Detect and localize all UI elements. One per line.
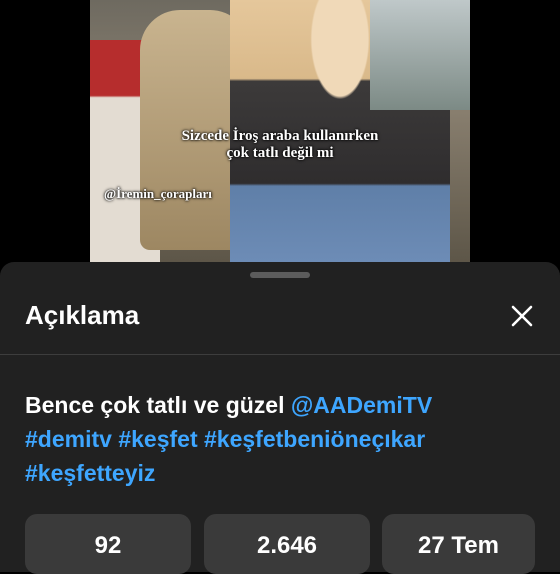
hashtag-link[interactable]: #keşfetbeniöneçıkar — [204, 426, 425, 452]
views-stat: 2.646 — [204, 514, 370, 574]
description-body: Bence çok tatlı ve güzel — [25, 392, 291, 418]
description-sheet: Açıklama Bence çok tatlı ve güzel @AADem… — [0, 262, 560, 574]
video-caption-line2: çok tatlı değil mi — [226, 145, 334, 161]
drag-handle[interactable] — [250, 272, 310, 278]
video-caption: Sizcede İroş araba kullanırken çok tatlı… — [90, 128, 470, 162]
video-car-window — [370, 0, 470, 110]
hashtag-link[interactable]: #keşfet — [118, 426, 197, 452]
description-text: Bence çok tatlı ve güzel @AADemiTV #demi… — [25, 388, 540, 490]
mention-link[interactable]: @AADemiTV — [291, 392, 432, 418]
hashtag-link[interactable]: #demitv — [25, 426, 112, 452]
video-player[interactable]: Sizcede İroş araba kullanırken çok tatlı… — [0, 0, 560, 262]
likes-stat: 92 — [25, 514, 191, 574]
date-stat: 27 Tem — [382, 514, 535, 574]
video-watermark: @İremin_çorapları — [104, 186, 212, 201]
close-button[interactable] — [504, 298, 540, 334]
divider — [0, 354, 560, 355]
hashtag-link[interactable]: #keşfetteyiz — [25, 460, 155, 486]
video-frame: Sizcede İroş araba kullanırken çok tatlı… — [90, 0, 470, 262]
sheet-title: Açıklama — [25, 300, 140, 330]
stats-row: 92 2.646 27 Tem — [25, 514, 535, 574]
video-caption-line1: Sizcede İroş araba kullanırken — [181, 128, 379, 144]
close-icon — [511, 305, 533, 327]
